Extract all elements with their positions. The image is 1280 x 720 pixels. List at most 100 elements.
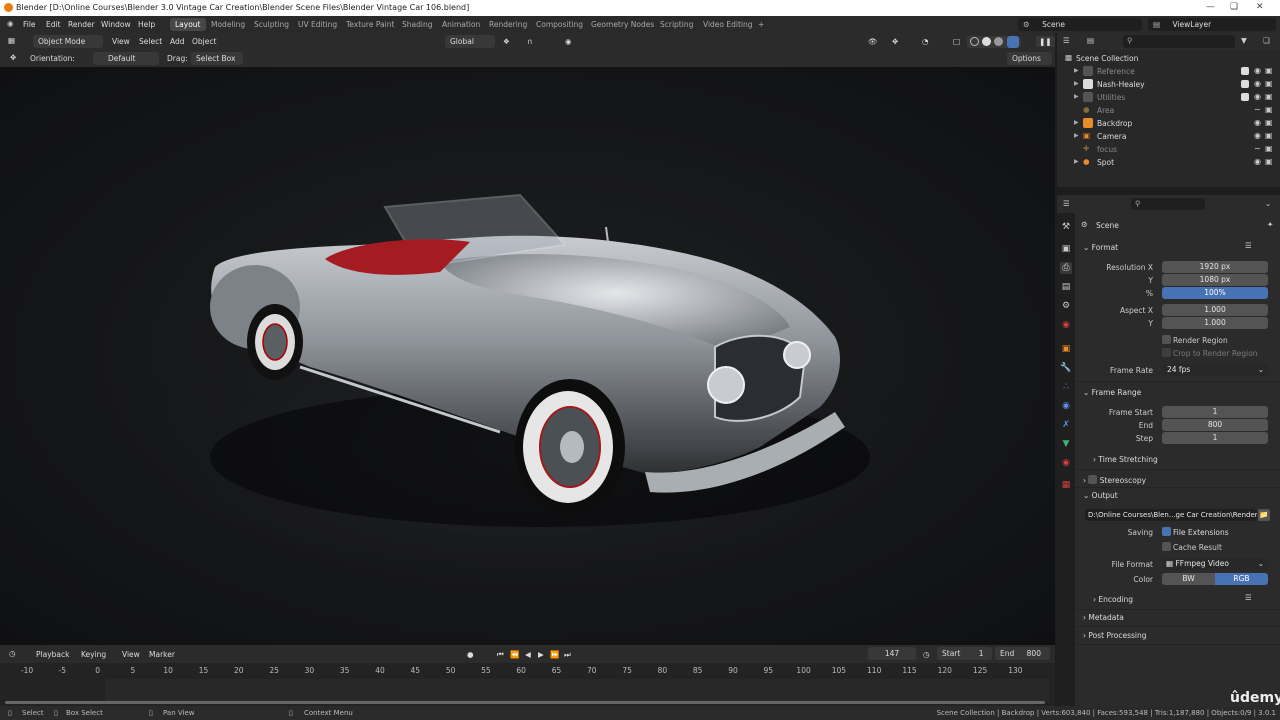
snap-icon[interactable]: ∩ xyxy=(527,37,533,46)
output-path-field[interactable]: D:\Online Courses\Blen...ge Car Creation… xyxy=(1085,509,1257,521)
color-rgb-button[interactable]: RGB xyxy=(1215,573,1268,585)
solid-shading-icon[interactable] xyxy=(982,37,991,46)
tab-layout[interactable]: Layout xyxy=(170,18,206,31)
expand-arrow-icon[interactable]: ▶ xyxy=(1074,158,1079,165)
filter-icon[interactable]: ▼ xyxy=(1241,36,1247,45)
view-layer-tab-icon[interactable]: ▤ xyxy=(1060,281,1072,293)
cache-result-checkbox[interactable] xyxy=(1162,542,1171,551)
camera-icon[interactable]: ▣ xyxy=(1265,66,1273,75)
jump-end-icon[interactable]: ⏭ xyxy=(564,650,571,660)
object-tab-icon[interactable]: ▣ xyxy=(1060,343,1072,355)
visibility-icon[interactable]: 👁 xyxy=(868,37,878,46)
menu-view-timeline[interactable]: View xyxy=(122,650,140,659)
next-key-icon[interactable]: ⏩ xyxy=(550,650,559,659)
tab-shading[interactable]: Shading xyxy=(402,20,432,29)
tab-scripting[interactable]: Scripting xyxy=(660,20,693,29)
menu-edit[interactable]: Edit xyxy=(46,20,61,29)
include-checkbox[interactable] xyxy=(1241,93,1249,101)
minimize-icon[interactable]: — xyxy=(1206,2,1215,12)
eye-icon[interactable]: ◉ xyxy=(1254,66,1261,75)
material-shading-icon[interactable] xyxy=(994,37,1003,46)
menu-playback[interactable]: Playback xyxy=(36,650,69,659)
close-icon[interactable]: ✕ xyxy=(1256,2,1264,12)
encoding-section-header[interactable]: › Encoding xyxy=(1093,595,1133,604)
menu-object[interactable]: Object xyxy=(192,37,216,46)
gizmo-icon[interactable]: ✥ xyxy=(892,37,898,46)
transform-orientation[interactable]: Global xyxy=(445,35,495,48)
eye-hidden-icon[interactable]: ∼ xyxy=(1254,105,1261,114)
rendered-shading-icon[interactable] xyxy=(1007,36,1019,48)
editor-type-icon[interactable]: ▦ xyxy=(8,36,15,45)
outliner-row[interactable]: ✚ focus ∼ ▣ xyxy=(1057,143,1280,156)
physics-tab-icon[interactable]: ◉ xyxy=(1060,400,1072,412)
wireframe-shading-icon[interactable] xyxy=(970,37,979,46)
render-region-checkbox[interactable] xyxy=(1162,335,1171,344)
particles-tab-icon[interactable]: ∴ xyxy=(1060,381,1072,393)
tab-geometry-nodes[interactable]: Geometry Nodes xyxy=(591,20,654,29)
camera-icon[interactable]: ▣ xyxy=(1265,79,1273,88)
outliner-row[interactable]: ▶ Utilities ◉ ▣ xyxy=(1057,91,1280,104)
aspect-y-field[interactable]: 1.000 xyxy=(1162,317,1268,329)
outliner-search[interactable]: ⚲ xyxy=(1123,35,1235,48)
proportional-icon[interactable]: ◉ xyxy=(565,37,572,46)
add-workspace-icon[interactable]: + xyxy=(758,20,764,29)
menu-help[interactable]: Help xyxy=(138,20,155,29)
camera-icon[interactable]: ▣ xyxy=(1265,118,1273,127)
outliner-root[interactable]: ▩ Scene Collection xyxy=(1057,52,1280,65)
tab-video-editing[interactable]: Video Editing xyxy=(703,20,753,29)
texture-tab-icon[interactable]: ▦ xyxy=(1060,479,1072,491)
res-x-field[interactable]: 1920 px xyxy=(1162,261,1268,273)
mode-selector[interactable]: Object Mode xyxy=(33,35,103,48)
properties-search[interactable]: ⚲ xyxy=(1131,198,1205,210)
drag-dropdown[interactable]: Select Box xyxy=(191,52,243,65)
color-bw-button[interactable]: BW xyxy=(1162,573,1215,585)
timeline-scrollbar[interactable] xyxy=(5,701,1045,704)
tab-modeling[interactable]: Modeling xyxy=(211,20,245,29)
data-tab-icon[interactable]: ▼ xyxy=(1060,438,1072,450)
output-section-header[interactable]: ⌄ Output xyxy=(1083,491,1118,500)
orientation-dropdown[interactable]: Default xyxy=(93,52,159,65)
viewlayer-selector[interactable]: ▤ ViewLayer xyxy=(1148,18,1276,31)
options-dropdown[interactable]: Options xyxy=(1007,52,1052,65)
modifier-tab-icon[interactable]: 🔧 xyxy=(1060,362,1072,374)
pivot-icon[interactable]: ❖ xyxy=(503,37,510,46)
expand-arrow-icon[interactable]: ▶ xyxy=(1074,119,1079,126)
tab-animation[interactable]: Animation xyxy=(442,20,480,29)
overlays-icon[interactable]: ◔ xyxy=(922,37,929,46)
output-tab-icon[interactable]: ⎙ xyxy=(1060,262,1072,274)
file-format-dropdown[interactable]: ▦ FFmpeg Video ⌄ xyxy=(1162,558,1268,570)
eye-icon[interactable]: ◉ xyxy=(1254,131,1261,140)
outliner-row[interactable]: ▶ Backdrop ◉ ▣ xyxy=(1057,117,1280,130)
clock-icon[interactable]: ◷ xyxy=(9,649,16,658)
xray-icon[interactable]: □ xyxy=(953,37,960,46)
menu-keying[interactable]: Keying xyxy=(81,650,106,659)
tab-texture-paint[interactable]: Texture Paint xyxy=(346,20,394,29)
include-checkbox[interactable] xyxy=(1241,80,1249,88)
aspect-x-field[interactable]: 1.000 xyxy=(1162,304,1268,316)
menu-view[interactable]: View xyxy=(112,37,130,46)
menu-file[interactable]: File xyxy=(23,20,36,29)
expand-arrow-icon[interactable]: ▶ xyxy=(1074,93,1079,100)
outliner-row[interactable]: ▶ Reference ◉ ▣ xyxy=(1057,65,1280,78)
format-section-header[interactable]: ⌄ Format xyxy=(1083,243,1118,252)
expand-arrow-icon[interactable]: ▶ xyxy=(1074,67,1079,74)
properties-editor-icon[interactable]: ☰ xyxy=(1063,199,1070,208)
camera-icon[interactable]: ▣ xyxy=(1265,131,1273,140)
menu-render[interactable]: Render xyxy=(68,20,95,29)
scene-tab-icon[interactable]: ⚙ xyxy=(1060,300,1072,312)
outliner-row[interactable]: ▶ ● Spot ◉ ▣ xyxy=(1057,156,1280,169)
eye-hidden-icon[interactable]: ∼ xyxy=(1254,144,1261,153)
play-icon[interactable]: ▶ xyxy=(538,650,544,659)
menu-add[interactable]: Add xyxy=(170,37,185,46)
frame-rate-dropdown[interactable]: 24 fps ⌄ xyxy=(1162,364,1268,376)
eye-icon[interactable]: ◉ xyxy=(1254,157,1261,166)
eye-icon[interactable]: ◉ xyxy=(1254,92,1261,101)
current-frame-field[interactable]: 147 xyxy=(868,647,916,660)
camera-icon[interactable]: ▣ xyxy=(1265,92,1273,101)
res-y-field[interactable]: 1080 px xyxy=(1162,274,1268,286)
frame-step-field[interactable]: 1 xyxy=(1162,432,1268,444)
expand-arrow-icon[interactable]: ▶ xyxy=(1074,132,1079,139)
reverse-play-icon[interactable]: ◀ xyxy=(525,650,531,659)
record-icon[interactable]: ● xyxy=(467,650,474,659)
camera-icon[interactable]: ▣ xyxy=(1265,157,1273,166)
